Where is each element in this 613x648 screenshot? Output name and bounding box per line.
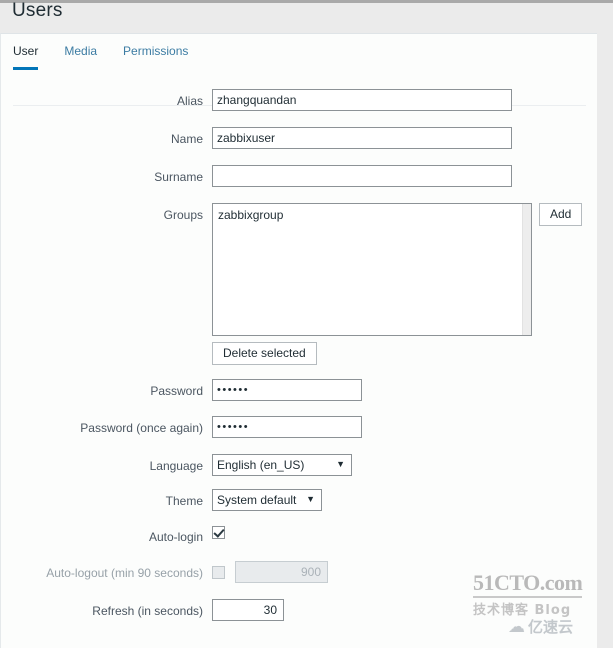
list-item[interactable]: zabbixgroup <box>213 204 531 222</box>
delete-selected-button[interactable]: Delete selected <box>212 342 317 365</box>
password-input[interactable] <box>212 379 362 401</box>
groups-listbox[interactable]: zabbixgroup <box>212 203 532 336</box>
theme-label: Theme <box>165 494 203 508</box>
tab-user[interactable]: User <box>13 44 39 70</box>
name-label: Name <box>170 132 203 146</box>
top-strip <box>0 0 613 3</box>
page-title: Users <box>12 0 63 21</box>
form-row-groups: Groups zabbixgroup Add Delete selected <box>1 203 598 365</box>
groups-controls: zabbixgroup Add <box>212 203 598 336</box>
groups-label: Groups <box>163 208 203 222</box>
theme-select[interactable]: System default <box>212 489 322 511</box>
form-row-password-again: Password (once again) <box>1 416 598 440</box>
form-row-password: Password <box>1 379 598 403</box>
form-row-language: Language English (en_US) ▼ <box>1 454 598 478</box>
tab-media[interactable]: Media <box>64 44 97 67</box>
form-row-auto-login: Auto-login <box>1 525 598 549</box>
language-label: Language <box>149 459 203 473</box>
tab-permissions[interactable]: Permissions <box>123 44 188 67</box>
surname-label: Surname <box>154 170 203 184</box>
password-label: Password <box>150 384 203 398</box>
password-again-input[interactable] <box>212 416 362 438</box>
form-row-surname: Surname <box>1 165 598 189</box>
refresh-input[interactable] <box>212 599 284 621</box>
password-again-label: Password (once again) <box>80 421 203 435</box>
user-form: Alias Name Surname Groups zabbixgroup <box>1 89 598 623</box>
alias-input[interactable] <box>212 89 512 111</box>
form-row-auto-logout: Auto-logout (min 90 seconds) <box>1 561 598 585</box>
form-row-alias: Alias <box>1 89 598 113</box>
auto-logout-input <box>235 561 328 583</box>
alias-label: Alias <box>176 94 203 108</box>
tab-bar: User Media Permissions <box>13 44 214 71</box>
form-row-theme: Theme System default ▼ <box>1 489 598 513</box>
add-group-button[interactable]: Add <box>539 203 583 226</box>
name-input[interactable] <box>212 127 512 149</box>
form-row-refresh: Refresh (in seconds) <box>1 599 598 623</box>
groups-listbox-scrollbar[interactable] <box>522 204 531 335</box>
content-panel: User Media Permissions Alias Name Surnam… <box>0 33 597 648</box>
auto-login-checkbox[interactable] <box>212 526 225 540</box>
auto-logout-checkbox[interactable] <box>212 565 225 579</box>
surname-input[interactable] <box>212 165 512 187</box>
language-select-wrap: English (en_US) ▼ <box>212 454 352 476</box>
auto-logout-label: Auto-logout (min 90 seconds) <box>46 566 203 580</box>
theme-select-wrap: System default ▼ <box>212 489 322 511</box>
form-row-name: Name <box>1 127 598 151</box>
auto-login-label: Auto-login <box>148 530 203 544</box>
refresh-label: Refresh (in seconds) <box>92 604 203 618</box>
language-select[interactable]: English (en_US) <box>212 454 352 476</box>
